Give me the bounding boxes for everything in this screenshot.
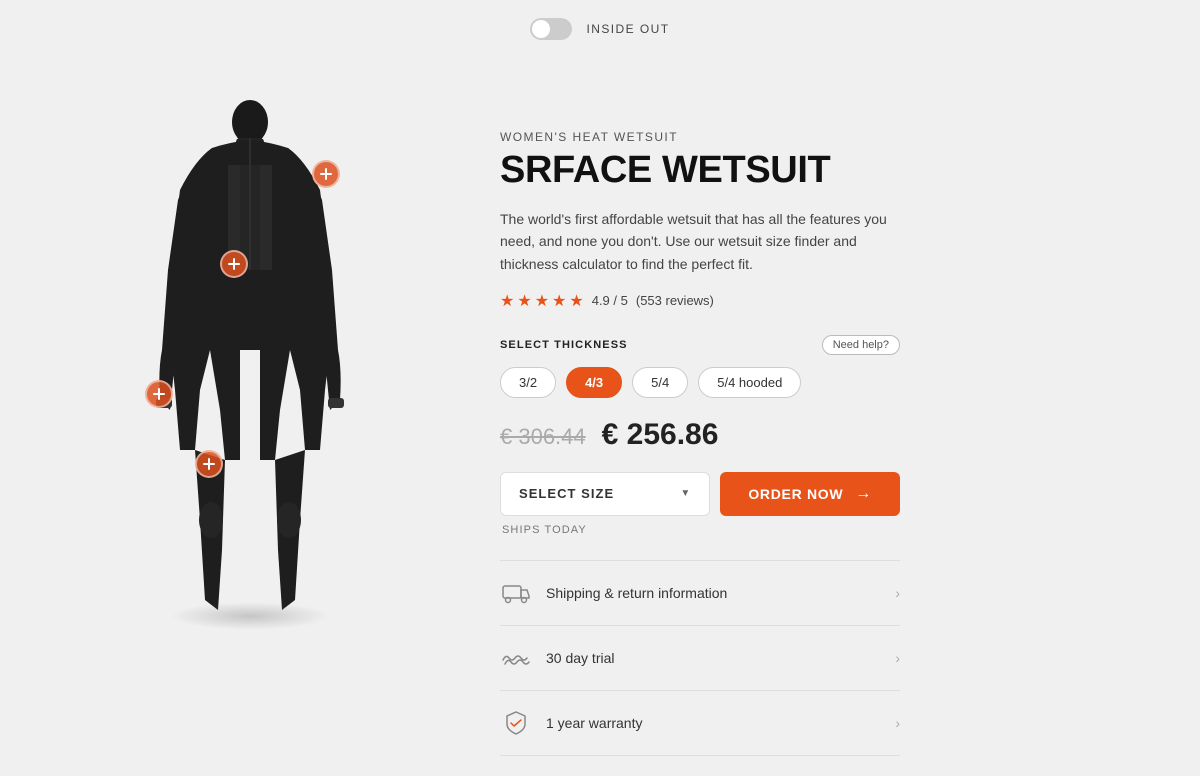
wave-icon	[500, 642, 532, 674]
price-row: € 306.44 € 256.86	[500, 418, 900, 452]
thickness-4-3[interactable]: 4/3	[566, 367, 622, 398]
hotspot-shoulder-right[interactable]	[312, 160, 340, 188]
rating-reviews: (553 reviews)	[636, 293, 714, 308]
wetsuit-figure	[140, 70, 360, 630]
hotspot-hip[interactable]	[195, 450, 223, 478]
hotspot-chest[interactable]	[220, 250, 248, 278]
info-item-shipping-label: Shipping & return information	[546, 585, 881, 601]
star-2: ★	[517, 291, 531, 311]
thickness-3-2[interactable]: 3/2	[500, 367, 556, 398]
rating-row: ★ ★ ★ ★ ★ 4.9 / 5 (553 reviews)	[500, 291, 900, 311]
chevron-right-trial-icon: ›	[895, 650, 900, 666]
truck-icon	[500, 577, 532, 609]
order-row: SELECT SIZE ▼ ORDER NOW →	[500, 472, 900, 516]
top-bar: INSIDE OUT	[0, 0, 1200, 50]
thickness-section: SELECT THICKNESS Need help? 3/2 4/3 5/4 …	[500, 335, 900, 398]
arrow-right-icon: →	[855, 485, 872, 503]
star-5: ★	[569, 291, 583, 311]
toggle-label: INSIDE OUT	[586, 22, 669, 36]
rating-score: 4.9 / 5	[592, 293, 628, 308]
size-select-label: SELECT SIZE	[519, 486, 614, 501]
hotspot-wrist[interactable]	[145, 380, 173, 408]
info-item-trial-label: 30 day trial	[546, 650, 881, 666]
info-items: Shipping & return information › 30 day t…	[500, 560, 900, 756]
product-subtitle: WOMEN'S HEAT WETSUIT	[500, 130, 900, 144]
chevron-right-warranty-icon: ›	[895, 715, 900, 731]
thickness-header: SELECT THICKNESS Need help?	[500, 335, 900, 355]
product-image-area	[40, 50, 460, 650]
product-title: SRFACE WETSUIT	[500, 150, 900, 192]
star-1: ★	[500, 291, 514, 311]
thickness-5-4-hooded[interactable]: 5/4 hooded	[698, 367, 801, 398]
product-info: WOMEN'S HEAT WETSUIT SRFACE WETSUIT The …	[500, 50, 900, 756]
ships-today: SHIPS TODAY	[500, 524, 900, 536]
thickness-5-4[interactable]: 5/4	[632, 367, 688, 398]
product-description: The world's first affordable wetsuit tha…	[500, 208, 900, 275]
price-original: € 306.44	[500, 424, 586, 450]
order-btn-label: ORDER NOW	[748, 486, 843, 502]
size-select[interactable]: SELECT SIZE ▼	[500, 472, 710, 516]
info-item-warranty[interactable]: 1 year warranty ›	[500, 691, 900, 756]
thickness-label: SELECT THICKNESS	[500, 339, 628, 351]
star-4: ★	[552, 291, 566, 311]
info-item-trial[interactable]: 30 day trial ›	[500, 626, 900, 691]
info-item-warranty-label: 1 year warranty	[546, 715, 881, 731]
chevron-down-icon: ▼	[680, 488, 691, 499]
main-content: WOMEN'S HEAT WETSUIT SRFACE WETSUIT The …	[0, 50, 1200, 776]
wetsuit-silhouette	[140, 70, 360, 630]
chevron-right-shipping-icon: ›	[895, 585, 900, 601]
need-help-button[interactable]: Need help?	[822, 335, 900, 355]
product-shadow	[170, 602, 330, 630]
stars: ★ ★ ★ ★ ★	[500, 291, 584, 311]
star-3: ★	[535, 291, 549, 311]
price-sale: € 256.86	[602, 418, 719, 452]
shield-check-icon	[500, 707, 532, 739]
order-now-button[interactable]: ORDER NOW →	[720, 472, 900, 516]
info-item-shipping[interactable]: Shipping & return information ›	[500, 561, 900, 626]
thickness-options: 3/2 4/3 5/4 5/4 hooded	[500, 367, 900, 398]
inside-out-toggle[interactable]	[530, 18, 572, 40]
